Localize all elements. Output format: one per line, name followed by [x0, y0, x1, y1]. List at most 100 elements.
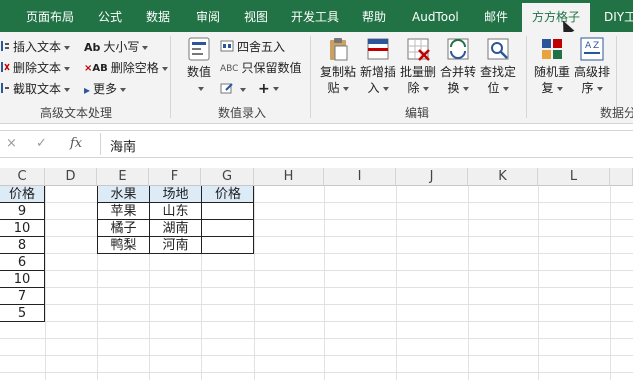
cell-price[interactable]	[202, 220, 254, 237]
insert-text-button[interactable]: 插入文本	[0, 38, 71, 56]
gridline	[324, 186, 325, 380]
tab-audtool[interactable]: AudTool	[412, 0, 459, 32]
cell-fruit[interactable]: 鸭梨	[98, 237, 149, 254]
delete-text-label: 删除文本	[13, 61, 62, 75]
group-label-value-entry: 数值录入	[218, 106, 267, 120]
cell-c-value[interactable]: 5	[0, 305, 44, 322]
chevron-down-icon	[120, 87, 127, 92]
formula-input[interactable]: 海南	[110, 136, 136, 155]
round-button[interactable]: 四舍五入	[220, 38, 285, 56]
cell-origin[interactable]: 河南	[150, 237, 201, 254]
more-button[interactable]: ▸ 更多	[84, 80, 127, 98]
column-header-m[interactable]	[610, 168, 633, 186]
cell-c-header[interactable]: 价格	[0, 186, 44, 203]
cell-f-header[interactable]: 场地	[150, 186, 201, 203]
column-header-h[interactable]: H	[254, 168, 324, 186]
delete-text-icon	[0, 60, 10, 78]
insert-rows-icon	[365, 36, 391, 62]
extract-text-button[interactable]: 截取文本	[0, 80, 71, 99]
tab-review[interactable]: 审阅	[196, 0, 220, 32]
group-label-text-processing: 高级文本处理	[40, 106, 113, 120]
gridline	[0, 253, 633, 254]
find-locate-label-2: 位	[487, 81, 500, 95]
cell-c-value[interactable]: 8	[0, 237, 44, 254]
cell-fruit[interactable]: 苹果	[98, 203, 149, 220]
tab-formulas[interactable]: 公式	[98, 0, 122, 32]
cell-c-value[interactable]: 10	[0, 271, 44, 288]
tab-view[interactable]: 视图	[244, 0, 268, 32]
gridline	[0, 287, 633, 288]
chevron-down-icon	[502, 86, 509, 91]
random-repeat-label-1: 随机重	[533, 65, 570, 79]
cell-g-header[interactable]: 价格	[202, 186, 254, 203]
insert-function-icon[interactable]: fx	[70, 136, 82, 151]
extract-text-icon	[0, 81, 10, 99]
value-button[interactable]: 数值	[182, 36, 216, 96]
cell-origin[interactable]: 湖南	[150, 220, 201, 237]
cell-c-value[interactable]: 9	[0, 203, 44, 220]
merge-convert-button[interactable]: 合并转 换	[438, 36, 478, 96]
delete-text-button[interactable]: 删除文本	[0, 59, 71, 78]
find-locate-button[interactable]: 查找定 位	[478, 36, 518, 96]
tab-help[interactable]: 帮助	[362, 0, 386, 32]
cell-border	[0, 270, 45, 271]
cell-c-value[interactable]: 6	[0, 254, 44, 271]
tab-diy[interactable]: DIY工	[604, 0, 633, 32]
edit-icon	[220, 81, 234, 99]
cell-price[interactable]	[202, 237, 254, 254]
column-header-f[interactable]: F	[149, 168, 201, 186]
random-repeat-label-2: 复	[541, 81, 554, 95]
column-header-g[interactable]: G	[201, 168, 254, 186]
cell-border	[253, 186, 254, 254]
edit-value-button[interactable]	[220, 80, 246, 98]
chevron-down-icon	[64, 45, 71, 50]
keep-values-button[interactable]: ABC 只保留数值	[220, 59, 301, 77]
plus-button[interactable]: +	[258, 80, 279, 98]
case-button[interactable]: Ab 大小写	[84, 38, 149, 56]
cell-origin[interactable]: 山东	[150, 203, 201, 220]
cell-fruit[interactable]: 橘子	[98, 220, 149, 237]
copy-paste-button[interactable]: 复制粘 贴	[318, 36, 358, 96]
batch-delete-button[interactable]: 批量删 除	[398, 36, 438, 96]
merge-convert-label-1: 合并转	[439, 65, 476, 79]
tab-mail[interactable]: 邮件	[484, 0, 508, 32]
tab-data[interactable]: 数据	[146, 0, 170, 32]
svg-text:A: A	[585, 41, 592, 51]
column-header-l[interactable]: L	[538, 168, 610, 186]
tab-fangfanggezi[interactable]: 方方格子	[522, 3, 590, 32]
column-header-e[interactable]: E	[97, 168, 149, 186]
cell-c-value[interactable]: 10	[0, 220, 44, 237]
batch-delete-label-1: 批量删	[399, 65, 436, 79]
gridline	[0, 355, 633, 356]
find-locate-label-1: 查找定	[479, 65, 516, 79]
cancel-icon[interactable]: ×	[6, 136, 17, 151]
gridline	[0, 270, 633, 271]
column-header-k[interactable]: K	[468, 168, 538, 186]
column-header-d[interactable]: D	[45, 168, 97, 186]
tab-developer[interactable]: 开发工具	[291, 0, 339, 32]
advanced-sort-button[interactable]: AZ 高级排 序	[572, 36, 612, 96]
group-label-data-analysis: 数据分	[600, 106, 633, 120]
gridline	[0, 372, 633, 373]
confirm-icon[interactable]: ✓	[36, 136, 47, 151]
cell-c-value[interactable]: 7	[0, 288, 44, 305]
cell-border	[97, 253, 254, 254]
cell-price[interactable]	[202, 203, 254, 220]
chevron-down-icon	[556, 86, 563, 91]
gridline	[0, 219, 633, 220]
insert-new-button[interactable]: 新增插 入	[358, 36, 398, 96]
column-header-j[interactable]: J	[396, 168, 468, 186]
column-header-i[interactable]: I	[324, 168, 396, 186]
column-header-c[interactable]: C	[0, 168, 45, 186]
remove-spaces-button[interactable]: ×AB 删除空格	[84, 59, 168, 77]
cell-e-header[interactable]: 水果	[98, 186, 149, 203]
random-repeat-button[interactable]: 随机重 复	[532, 36, 572, 96]
tab-page-layout[interactable]: 页面布局	[26, 0, 74, 32]
merge-convert-label-2: 换	[447, 81, 460, 95]
group-divider	[526, 36, 527, 118]
chevron-down-icon	[64, 66, 71, 71]
keep-values-label: 只保留数值	[241, 61, 302, 75]
keep-values-icon: ABC	[220, 63, 239, 74]
cell-border	[0, 304, 45, 305]
merge-convert-icon	[445, 36, 471, 62]
